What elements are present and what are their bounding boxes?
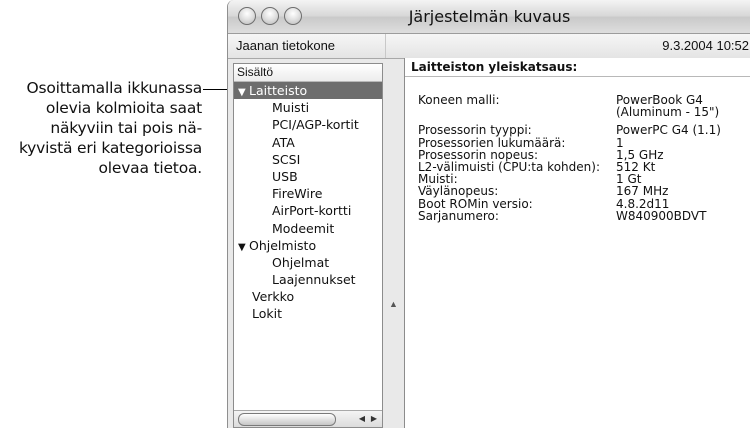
category-tree: ▼ Laitteisto Muisti PCI/AGP-kortit ATA SC… <box>234 82 382 323</box>
horizontal-scrollbar[interactable]: ◀ ▶ <box>234 410 382 427</box>
property-label <box>418 106 616 118</box>
property-row: Sarjanumero: W840900BDVT <box>418 210 748 222</box>
property-value: 167 MHz <box>616 184 669 199</box>
tree-item-pci-agp[interactable]: PCI/AGP-kortit <box>234 116 382 133</box>
property-label: Väylänopeus: <box>418 184 499 199</box>
property-label: Sarjanumero: <box>418 208 499 223</box>
property-row: (Aluminum - 15") <box>418 106 748 118</box>
window-title: Järjestelmän kuvaus <box>408 7 571 26</box>
system-profiler-window: Järjestelmän kuvaus Jaanan tietokone 9.3… <box>227 0 750 428</box>
property-label: Prosessorin tyyppi: <box>418 123 532 138</box>
property-value: PowerPC G4 (1.1) <box>616 123 721 138</box>
info-bar-divider <box>385 34 386 58</box>
detail-header: Laitteiston yleiskatsaus: <box>405 58 750 77</box>
scroll-left-icon[interactable]: ◀ <box>356 412 368 425</box>
callout-line-3: näkyviin tai pois nä- <box>50 119 202 137</box>
tree-item-ohjelmisto[interactable]: ▼ Ohjelmisto <box>234 237 382 254</box>
property-value: 4.8.2d11 <box>616 196 670 211</box>
property-value: (Aluminum - 15") <box>616 105 720 120</box>
tree-item-label: Ohjelmisto <box>249 237 317 253</box>
tree-item-lokit[interactable]: Lokit <box>234 305 382 322</box>
computer-name: Jaanan tietokone <box>236 38 336 53</box>
detail-pane: Laitteiston yleiskatsaus: Koneen malli: P… <box>404 58 750 428</box>
expand-triangle-icon[interactable]: ▼ <box>238 239 249 256</box>
callout-text: Osoittamalla ikkunassa olevia kolmioita … <box>0 78 202 178</box>
property-label: Boot ROMin versio: <box>418 196 533 211</box>
tree-item-airport[interactable]: AirPort-kortti <box>234 202 382 219</box>
info-bar: Jaanan tietokone 9.3.2004 10:52 <box>228 34 750 59</box>
tree-item-laitteisto[interactable]: ▼ Laitteisto <box>234 82 382 101</box>
tree-item-scsi[interactable]: SCSI <box>234 151 382 168</box>
tree-item-firewire[interactable]: FireWire <box>234 185 382 202</box>
tree-item-verkko[interactable]: Verkko <box>234 288 382 305</box>
expand-triangle-icon[interactable]: ▼ <box>238 84 249 101</box>
property-label: Koneen malli: <box>418 93 500 107</box>
callout-line-2: olevia kolmioita saat <box>45 99 202 117</box>
contents-pane: Sisältö ▼ Laitteisto Muisti PCI/AGP-korti… <box>233 63 383 428</box>
title-bar[interactable]: Järjestelmän kuvaus <box>228 0 750 34</box>
tree-item-ata[interactable]: ATA <box>234 134 382 151</box>
callout-line-1: Osoittamalla ikkunassa <box>26 79 202 97</box>
property-list: Koneen malli: PowerBook G4 (Aluminum - 15… <box>418 94 748 222</box>
property-value: W840900BDVT <box>616 208 707 223</box>
tree-item-modeemit[interactable]: Modeemit <box>234 220 382 237</box>
callout-line-5: olevaa tietoa. <box>98 159 202 177</box>
property-row: Prosessorin tyyppi: PowerPC G4 (1.1) <box>418 124 748 136</box>
property-row: Prosessorien lukumäärä: 1 <box>418 135 748 150</box>
tree-item-usb[interactable]: USB <box>234 168 382 185</box>
property-row: L2-välimuisti (CPU:ta kohden): 512 Kt <box>418 161 748 173</box>
tree-item-ohjelmat[interactable]: Ohjelmat <box>234 254 382 271</box>
property-row: Väylänopeus: 167 MHz <box>418 185 748 197</box>
splitter-grip-icon[interactable]: ▲ <box>389 299 398 309</box>
property-row: Boot ROMin versio: 4.8.2d11 <box>418 196 748 211</box>
contents-header: Sisältö <box>234 64 382 82</box>
date-time: 9.3.2004 10:52 <box>662 38 749 53</box>
property-label: Prosessorien lukumäärä: <box>418 135 566 150</box>
scroll-right-icon[interactable]: ▶ <box>368 412 380 425</box>
property-value: 1 <box>616 135 624 150</box>
tree-item-label: Laitteisto <box>249 83 308 98</box>
scrollbar-thumb[interactable] <box>238 413 336 426</box>
callout-line-4: kyvistä eri kategorioissa <box>18 139 202 157</box>
pane-splitter[interactable]: ▲ <box>386 63 402 428</box>
tree-item-muisti[interactable]: Muisti <box>234 99 382 116</box>
tree-item-laajennukset[interactable]: Laajennukset <box>234 271 382 288</box>
